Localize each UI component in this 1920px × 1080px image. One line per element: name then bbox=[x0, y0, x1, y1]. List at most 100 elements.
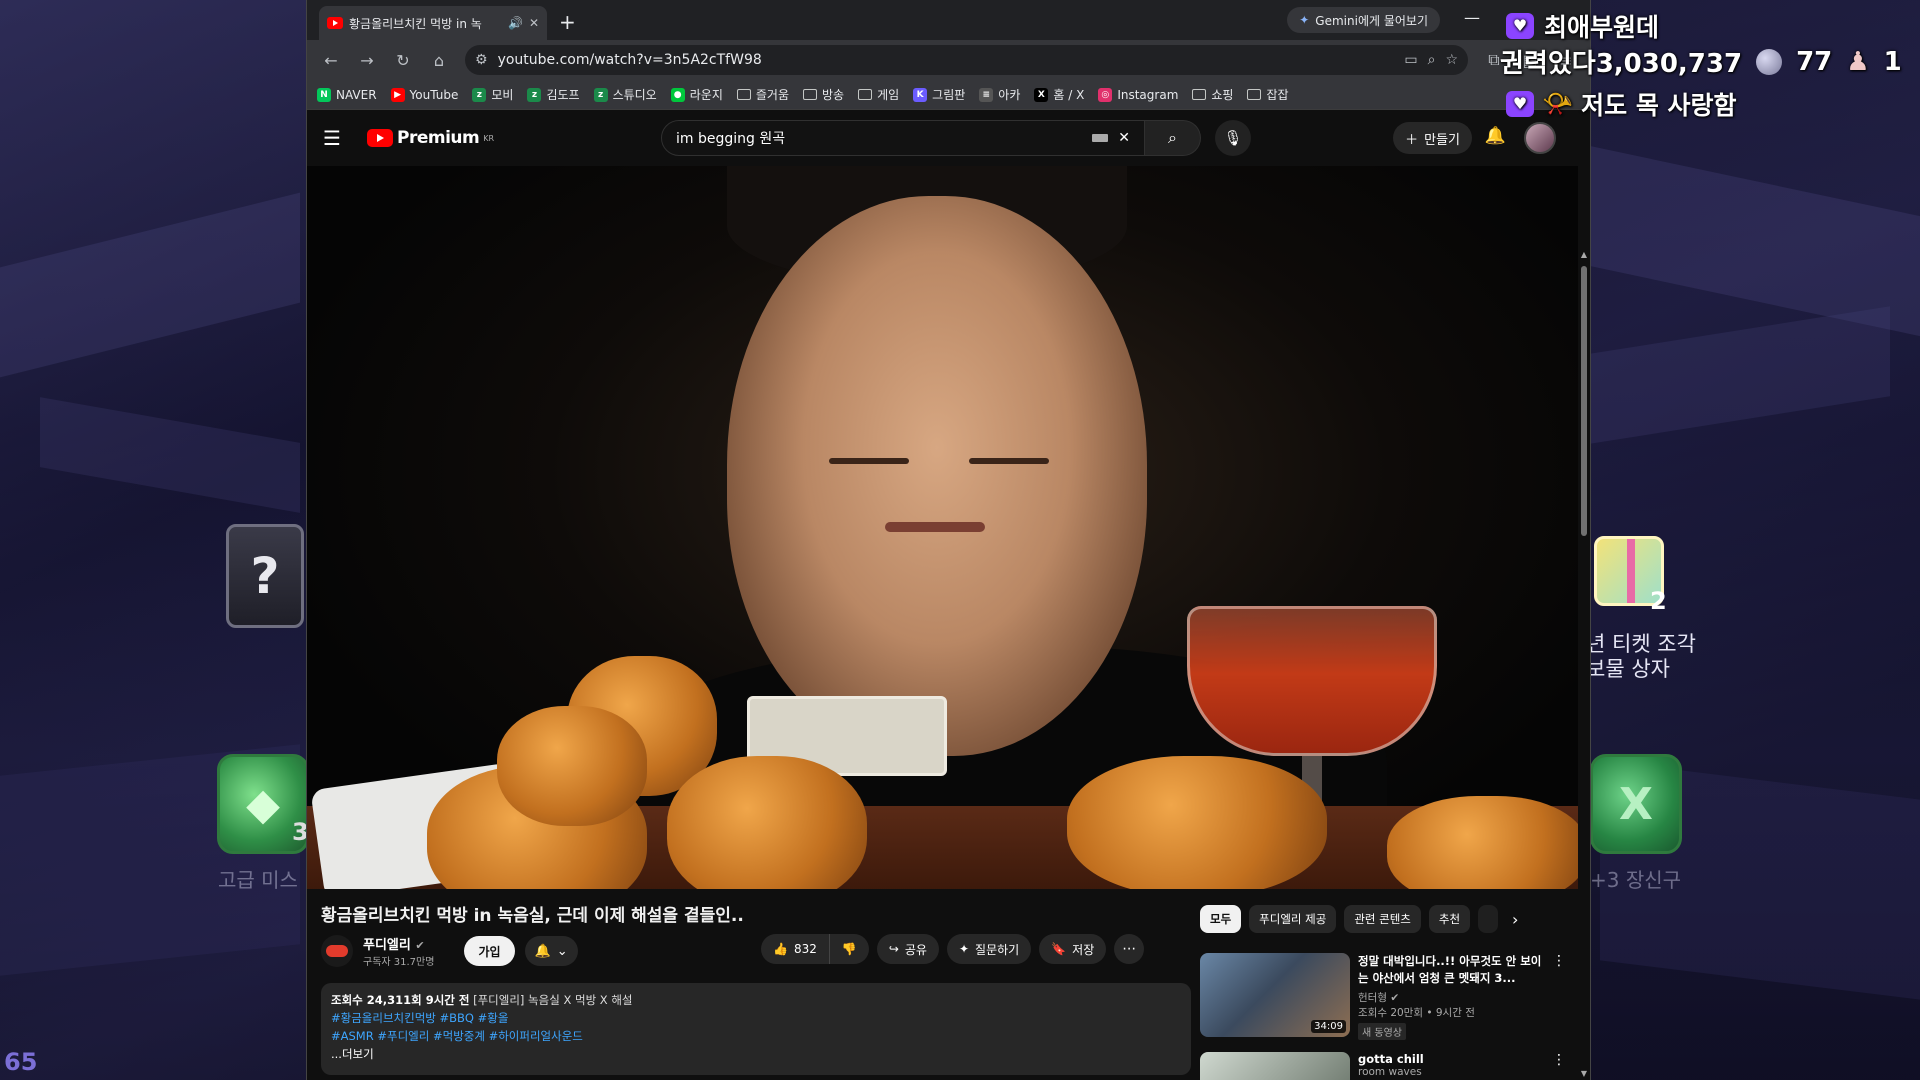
bookmark-item[interactable]: z 김도프 bbox=[527, 86, 580, 103]
mystery-box[interactable]: ? bbox=[226, 524, 304, 628]
bookmark-label: 라운지 bbox=[689, 88, 723, 102]
chip-overflow[interactable] bbox=[1478, 905, 1499, 933]
green-x-gem-icon[interactable]: X bbox=[1590, 754, 1682, 854]
new-video-badge: 새 동영상 bbox=[1358, 1023, 1406, 1040]
description-box[interactable]: 조회수 24,311회 9시간 전 [푸디엘리] 녹음실 X 먹방 X 해설 #… bbox=[321, 983, 1191, 1075]
avatar[interactable] bbox=[1524, 122, 1556, 154]
bookmark-label: YouTube bbox=[409, 87, 459, 102]
bookmark-item[interactable]: 쇼핑 bbox=[1192, 86, 1233, 103]
home-icon[interactable]: ⌂ bbox=[423, 44, 455, 76]
gemini-star-icon: ✦ bbox=[1299, 13, 1310, 27]
kebab-menu-icon[interactable]: ⋮ bbox=[1552, 1052, 1566, 1080]
trumpet-icon: 📯 bbox=[1542, 89, 1574, 118]
bookmark-item[interactable]: z 스튜디오 bbox=[593, 86, 657, 103]
minimize-button[interactable]: — bbox=[1464, 8, 1480, 27]
scroll-thumb[interactable] bbox=[1581, 266, 1587, 536]
bookmark-item[interactable]: 즐거움 bbox=[736, 86, 789, 103]
youtube-logo[interactable]: Premium KR bbox=[367, 128, 494, 148]
cast-icon[interactable]: ▭ bbox=[1404, 52, 1417, 68]
search-icon[interactable]: ⌕ bbox=[1145, 120, 1201, 156]
hashtags-line-1[interactable]: #황금올리브치킨먹방 #BBQ #황올 bbox=[331, 1009, 1181, 1027]
microphone-icon[interactable]: 🎙 bbox=[1215, 120, 1251, 156]
bookmark-item[interactable]: 방송 bbox=[802, 86, 844, 103]
bookmark-label: NAVER bbox=[336, 87, 377, 102]
speaker-icon[interactable]: 🔊 bbox=[508, 16, 523, 30]
menu-icon[interactable]: ☰ bbox=[323, 126, 363, 150]
channel-name[interactable]: 푸디엘리 bbox=[363, 938, 411, 953]
zoom-icon[interactable]: ⌕ bbox=[1428, 52, 1436, 68]
save-button[interactable]: 🔖 저장 bbox=[1039, 934, 1107, 964]
bookmark-item[interactable]: ▶ YouTube bbox=[390, 87, 459, 102]
bell-icon[interactable]: 🔔 bbox=[1485, 126, 1506, 146]
bookmark-favicon-icon: ● bbox=[670, 87, 685, 102]
share-button[interactable]: ↪ 공유 bbox=[876, 934, 939, 964]
scroll-up-icon[interactable]: ▲ bbox=[1581, 250, 1587, 259]
page-scrollbar[interactable]: ▲ ▼ bbox=[1578, 126, 1590, 1080]
join-button[interactable]: 가입 bbox=[464, 936, 515, 966]
recommendation-title[interactable]: 정말 대박입니다..!! 아무것도 안 보이는 야산에서 엄청 큰 멧돼지 3.… bbox=[1358, 953, 1544, 987]
recommendation-title[interactable]: gotta chill bbox=[1358, 1052, 1544, 1066]
tab-bar: 황금올리브치킨 먹방 in 녹 🔊 ✕ + ✦ Gemini에게 물어보기 — bbox=[307, 0, 1590, 40]
star-icon[interactable]: ☆ bbox=[1445, 52, 1458, 68]
recommendation-item[interactable]: gotta chill room waves ⋮ bbox=[1200, 1052, 1566, 1080]
site-info-icon[interactable]: ⚙ bbox=[475, 52, 488, 68]
ask-button[interactable]: ✦ 질문하기 bbox=[946, 934, 1032, 964]
scroll-down-icon[interactable]: ▼ bbox=[1581, 1069, 1587, 1078]
kebab-menu-icon[interactable]: ⋮ bbox=[1552, 953, 1566, 1040]
recommendation-thumbnail[interactable]: 34:09 bbox=[1200, 953, 1350, 1037]
bookmark-item[interactable]: ● 라운지 bbox=[670, 86, 723, 103]
bookmark-item[interactable]: N NAVER bbox=[317, 87, 377, 102]
bookmark-favicon-icon: ▶ bbox=[390, 87, 405, 102]
search-input[interactable]: im begging 원곡 ✕ bbox=[661, 120, 1145, 156]
more-icon[interactable]: ⋯ bbox=[1114, 934, 1145, 964]
chip-related[interactable]: 관련 콘텐츠 bbox=[1344, 905, 1421, 933]
like-button[interactable]: 👍 832 bbox=[761, 934, 830, 964]
show-more-link[interactable]: ...더보기 bbox=[331, 1045, 1181, 1063]
forward-icon[interactable]: → bbox=[351, 44, 383, 76]
bookmark-favicon-icon: z bbox=[527, 87, 542, 102]
subscription-bell-button[interactable]: 🔔 ⌄ bbox=[524, 936, 578, 966]
recommendation-item[interactable]: 34:09 정말 대박입니다..!! 아무것도 안 보이는 야산에서 엄청 큰 … bbox=[1200, 953, 1566, 1040]
hashtags-line-2[interactable]: #ASMR #푸디엘리 #먹방중계 #하이퍼리얼사운드 bbox=[331, 1027, 1181, 1045]
bookmark-item[interactable]: z 모비 bbox=[472, 86, 513, 103]
chevron-right-icon[interactable]: › bbox=[1512, 910, 1518, 929]
youtube-play-icon bbox=[367, 129, 393, 147]
video-title: 황금올리브치킨 먹방 in 녹음실, 근데 이제 해설을 곁들인.. bbox=[321, 906, 744, 926]
close-icon[interactable]: ✕ bbox=[529, 16, 539, 30]
bookmark-label: 모비 bbox=[491, 88, 514, 102]
sauce-glass bbox=[1187, 606, 1437, 756]
bookmark-label: 잡잡 bbox=[1266, 88, 1289, 102]
thumbs-up-icon: 👍 bbox=[773, 942, 788, 956]
create-button[interactable]: ＋ 만들기 bbox=[1393, 122, 1472, 154]
gemini-button[interactable]: ✦ Gemini에게 물어보기 bbox=[1287, 7, 1440, 33]
url-input[interactable]: ⚙ youtube.com/watch?v=3n5A2cTfW98 ▭ ⌕ ☆ bbox=[465, 45, 1468, 75]
chip-from-channel[interactable]: 푸디엘리 제공 bbox=[1249, 905, 1337, 933]
bookmark-item[interactable]: 잡잡 bbox=[1247, 86, 1289, 103]
chip-all[interactable]: 모두 bbox=[1200, 905, 1242, 933]
bookmark-item[interactable]: ≡ 아카 bbox=[979, 86, 1020, 103]
video-player[interactable] bbox=[307, 166, 1579, 889]
tab-youtube-video[interactable]: 황금올리브치킨 먹방 in 녹 🔊 ✕ bbox=[319, 6, 547, 40]
chip-recommended[interactable]: 추천 bbox=[1428, 905, 1471, 933]
recommendation-channel: 헌터형 bbox=[1358, 992, 1387, 1004]
channel-row: 푸디엘리 ✔ 구독자 31.7만명 가입 🔔 ⌄ bbox=[321, 934, 578, 968]
clear-icon[interactable]: ✕ bbox=[1118, 130, 1130, 146]
bookmark-item[interactable]: K 그림판 bbox=[913, 86, 965, 103]
keyboard-icon[interactable] bbox=[1092, 134, 1109, 142]
back-icon[interactable]: ← bbox=[315, 44, 347, 76]
new-tab-button[interactable]: + bbox=[559, 10, 576, 34]
bookmark-favicon-icon: X bbox=[1034, 87, 1049, 102]
recommendation-thumbnail[interactable] bbox=[1200, 1052, 1350, 1080]
stream-overlay-line-3: ♥ 📯 저도 목 사랑함 bbox=[1506, 86, 1737, 122]
filter-chips: 모두 푸디엘리 제공 관련 콘텐츠 추천 › bbox=[1200, 905, 1518, 933]
plus-icon: ＋ bbox=[1405, 132, 1419, 148]
dislike-button[interactable]: 👎 bbox=[829, 934, 869, 964]
bookmark-item[interactable]: X 홈 / X bbox=[1034, 86, 1084, 103]
bookmark-item[interactable]: 게임 bbox=[858, 86, 899, 103]
bookmark-favicon-icon: K bbox=[913, 87, 928, 102]
bookmark-item[interactable]: ◎ Instagram bbox=[1098, 87, 1178, 102]
channel-avatar[interactable] bbox=[321, 935, 353, 967]
reload-icon[interactable]: ↻ bbox=[387, 44, 419, 76]
chevron-down-icon: ⌄ bbox=[556, 943, 568, 959]
bookmark-label: 그림판 bbox=[932, 88, 966, 102]
